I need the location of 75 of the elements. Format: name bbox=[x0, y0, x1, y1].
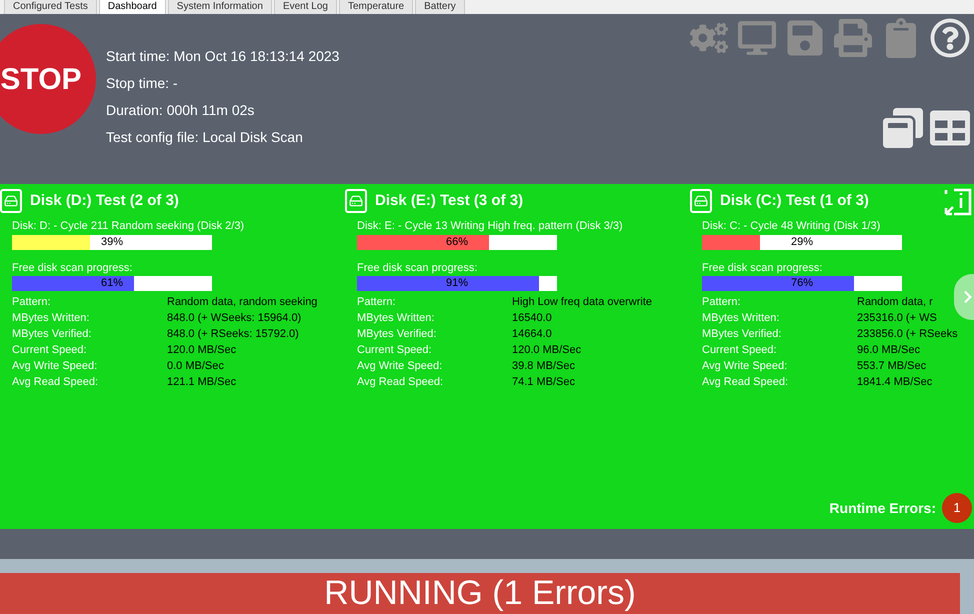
stat-value: 120.0 MB/Sec bbox=[512, 343, 582, 358]
stat-label: MBytes Verified: bbox=[702, 327, 782, 342]
stat-label: Avg Write Speed: bbox=[12, 359, 98, 374]
stat-value: High Low freq data overwrite bbox=[512, 295, 652, 310]
runtime-errors-label: Runtime Errors: bbox=[829, 498, 936, 518]
stat-value: 96.0 MB/Sec bbox=[857, 343, 920, 358]
help-icon[interactable] bbox=[930, 18, 970, 58]
scan-label: Free disk scan progress: bbox=[702, 260, 824, 276]
stat-value: 848.0 (+ RSeeks: 15792.0) bbox=[167, 327, 299, 342]
stat-label: Avg Read Speed: bbox=[357, 375, 444, 390]
disk-title: Disk (C:) Test (1 of 3) bbox=[720, 190, 869, 211]
disk-title: Disk (E:) Test (3 of 3) bbox=[375, 190, 524, 211]
stat-label: MBytes Written: bbox=[702, 311, 780, 326]
stat-value: Random data, random seeking bbox=[167, 295, 318, 310]
disk-title: Disk (D:) Test (2 of 3) bbox=[30, 190, 179, 211]
scan-label: Free disk scan progress: bbox=[357, 260, 478, 276]
stat-label: Pattern: bbox=[357, 295, 397, 310]
hard-drive-icon bbox=[690, 189, 712, 213]
tab[interactable]: Event Log bbox=[274, 0, 337, 14]
stat-label: Avg Write Speed: bbox=[357, 359, 444, 374]
tab[interactable]: Configured Tests bbox=[4, 0, 97, 14]
cycle-label: Disk: D: - Cycle 211 Random seeking (Disk 2/3) bbox=[12, 219, 246, 234]
windows-icon[interactable] bbox=[882, 108, 924, 148]
info-line: Start time: Mon Oct 16 18:13:14 2023 bbox=[106, 47, 340, 66]
error-count-badge: 1 bbox=[942, 493, 972, 523]
stat-value: 39.8 MB/Sec bbox=[512, 359, 575, 374]
grid-icon[interactable] bbox=[930, 108, 970, 148]
stat-label: Avg Read Speed: bbox=[12, 375, 100, 390]
stat-value: 848.0 (+ WSeeks: 15964.0) bbox=[167, 311, 302, 326]
progress-reading: 39% bbox=[100, 234, 124, 250]
stat-label: MBytes Written: bbox=[12, 311, 90, 326]
stat-value: 1841.4 MB/Sec bbox=[857, 375, 932, 390]
progress-reading: 66% bbox=[444, 234, 470, 250]
info-line: Duration: 000h 11m 02s bbox=[106, 101, 256, 120]
info-icon[interactable] bbox=[944, 188, 972, 216]
printer-icon[interactable] bbox=[834, 18, 872, 58]
scan-label: Free disk scan progress: bbox=[12, 260, 134, 276]
monitor-icon[interactable] bbox=[738, 18, 776, 58]
stat-value: 553.7 MB/Sec bbox=[857, 359, 926, 374]
tab[interactable]: Dashboard bbox=[98, 0, 166, 14]
stat-value: 120.0 MB/Sec bbox=[167, 343, 236, 358]
stat-value: 0.0 MB/Sec bbox=[167, 359, 224, 374]
stat-value: 121.1 MB/Sec bbox=[167, 375, 236, 390]
stat-value: 14664.0 bbox=[512, 327, 552, 342]
stat-label: MBytes Verified: bbox=[357, 327, 438, 342]
stat-label: Pattern: bbox=[12, 295, 52, 310]
stat-value: 235316.0 (+ WS bbox=[857, 311, 937, 326]
cycle-label: Disk: C: - Cycle 48 Writing (Disk 1/3) bbox=[702, 219, 882, 234]
stat-label: Current Speed: bbox=[12, 343, 88, 358]
progress-reading: 91% bbox=[444, 276, 470, 291]
stat-label: Avg Read Speed: bbox=[702, 375, 790, 390]
stat-label: MBytes Verified: bbox=[12, 327, 92, 342]
tab[interactable]: Battery bbox=[415, 0, 465, 14]
stat-value: 16540.0 bbox=[512, 311, 552, 326]
stat-label: Pattern: bbox=[702, 295, 742, 310]
stat-label: Avg Write Speed: bbox=[702, 359, 788, 374]
chevron-right-icon bbox=[962, 290, 974, 304]
stat-value: 233856.0 (+ RSeeks bbox=[857, 327, 958, 342]
tab[interactable]: System Information bbox=[168, 0, 272, 14]
hard-drive-icon bbox=[0, 189, 22, 213]
progress-reading: 61% bbox=[100, 276, 124, 291]
stat-value: Random data, r bbox=[857, 295, 933, 310]
info-line: Test config file: Local Disk Scan bbox=[106, 128, 304, 147]
info-line: Stop time: - bbox=[106, 74, 179, 93]
status-banner: RUNNING (1 Errors) bbox=[0, 573, 960, 614]
stat-label: Current Speed: bbox=[357, 343, 433, 358]
progress-reading: 29% bbox=[790, 234, 814, 250]
stat-label: MBytes Written: bbox=[357, 311, 436, 326]
progress-reading: 76% bbox=[790, 276, 814, 291]
tab[interactable]: Temperature bbox=[338, 0, 414, 14]
cycle-label: Disk: E: - Cycle 13 Writing High freq. pattern (Disk 3/3) bbox=[357, 219, 624, 234]
hard-drive-icon bbox=[345, 189, 367, 213]
stat-label: Current Speed: bbox=[702, 343, 778, 358]
stop-button[interactable]: STOP bbox=[0, 24, 96, 134]
stat-value: 74.1 MB/Sec bbox=[512, 375, 575, 390]
